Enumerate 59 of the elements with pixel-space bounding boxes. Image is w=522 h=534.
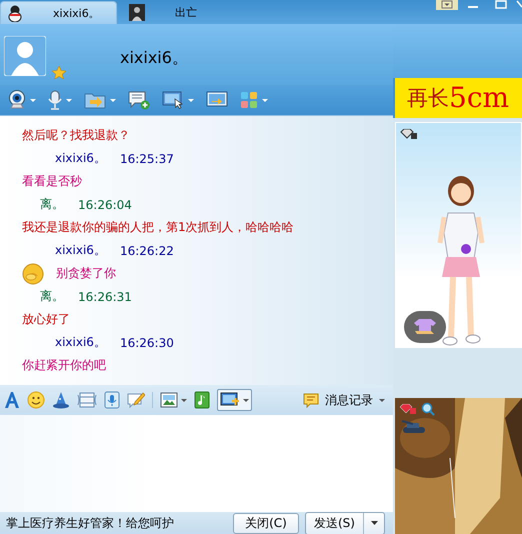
search-icon[interactable] [421, 402, 435, 416]
avatar-icon [129, 4, 145, 21]
message-text: 别贪婪了你 [56, 265, 116, 282]
message-text: 放心好了 [22, 311, 70, 328]
voice-message-icon[interactable] [104, 391, 120, 409]
folder-icon[interactable] [84, 91, 106, 109]
message-text: 看看是否秒 [22, 173, 82, 190]
smiley-icon[interactable] [27, 391, 45, 409]
sender-name: 离。 [40, 288, 64, 305]
chat-tab[interactable]: xixixi6。 [0, 1, 117, 24]
sender-name: xixixi6。 [55, 334, 106, 351]
screen-capture-icon[interactable] [220, 392, 240, 408]
diamond-icon [400, 129, 418, 139]
microphone-icon[interactable] [48, 90, 62, 110]
avatar-icon [7, 4, 23, 22]
status-text: 掌上医疗养生好管家！给您呵护 [6, 514, 175, 532]
speech-bubble-icon [303, 392, 319, 408]
caret-icon[interactable] [379, 398, 385, 402]
monitor-cursor-icon[interactable] [162, 91, 184, 109]
message-time: 16:26:30 [120, 336, 174, 350]
chat-tab[interactable]: 出亡 [117, 1, 205, 24]
caret-icon[interactable] [30, 98, 36, 102]
caret-icon[interactable] [243, 398, 249, 402]
sender-name: xixixi6。 [55, 150, 106, 167]
font-icon[interactable] [4, 391, 20, 409]
caret-icon[interactable] [262, 98, 268, 102]
sender-name: xixixi6。 [55, 242, 106, 259]
caret-icon[interactable] [188, 98, 194, 102]
history-button[interactable]: 消息记录 [303, 392, 385, 408]
contact-name: xixixi6。 [120, 48, 188, 69]
caret-icon [370, 521, 378, 525]
gem-icon [399, 404, 417, 414]
caret-icon[interactable] [110, 98, 116, 102]
message-time: 16:26:22 [120, 244, 174, 258]
message-add-icon[interactable] [128, 90, 150, 110]
note-edit-icon[interactable] [127, 391, 145, 409]
wardrobe-button[interactable] [404, 311, 446, 343]
star-icon [52, 66, 66, 79]
message-text: 我还是退款你的骗的人把，第1次抓到人，哈哈哈哈 [22, 219, 294, 236]
close-icon[interactable] [516, 0, 522, 10]
message-time: 16:26:31 [78, 290, 132, 304]
window-frame-icon[interactable] [77, 392, 97, 408]
screen-share-icon[interactable] [206, 91, 228, 109]
ad-banner[interactable]: 再长5cm [393, 78, 522, 118]
caret-icon[interactable] [181, 398, 187, 402]
close-button[interactable]: 关闭(C) [233, 512, 299, 534]
emoji-icon [22, 262, 44, 284]
caret-icon[interactable] [66, 98, 72, 102]
dropdown-icon[interactable] [436, 0, 458, 10]
message-text: 你赶紧开你的吧 [22, 357, 106, 374]
message-text: 然后呢？找我退款？ [22, 127, 130, 144]
sender-name: 离。 [40, 196, 64, 213]
message-time: 16:25:37 [120, 152, 174, 166]
image-icon[interactable] [160, 392, 178, 408]
music-note-icon[interactable] [194, 391, 210, 409]
wizard-hat-icon[interactable] [52, 391, 70, 409]
webcam-icon[interactable] [8, 90, 26, 110]
shirt-icon [414, 318, 436, 336]
message-time: 16:26:04 [78, 198, 132, 212]
